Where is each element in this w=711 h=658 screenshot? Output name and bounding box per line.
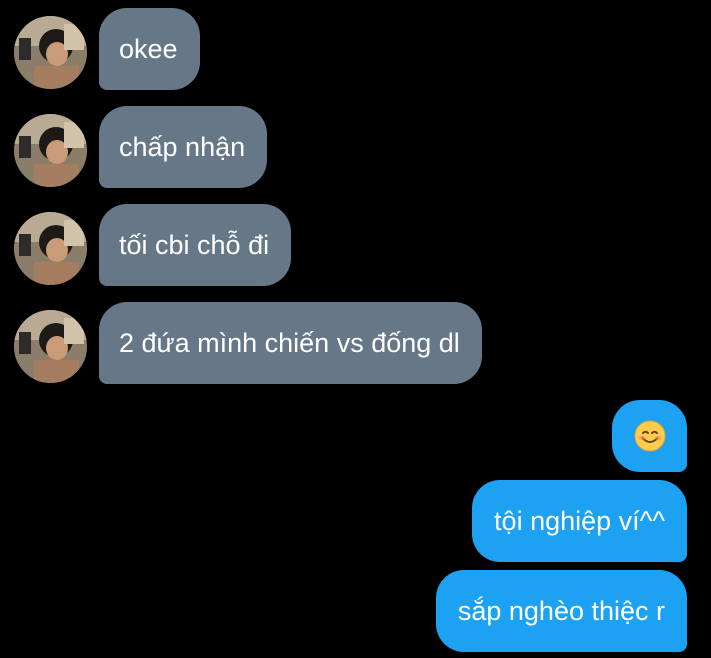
message-bubble-outgoing[interactable]: tội nghiệp ví^^: [472, 480, 687, 562]
message-bubble[interactable]: chấp nhận: [99, 106, 268, 188]
avatar[interactable]: [14, 310, 87, 383]
avatar[interactable]: [14, 16, 87, 89]
avatar-photo: [14, 212, 87, 285]
message-text: tội nghiệp ví^^: [494, 505, 665, 536]
avatar[interactable]: [14, 114, 87, 187]
avatar-photo: [14, 16, 87, 89]
smiling-face-emoji-icon: [634, 420, 666, 452]
avatar[interactable]: [14, 212, 87, 285]
avatar-photo: [14, 114, 87, 187]
message-bubble-outgoing[interactable]: sắp nghèo thiệc r: [435, 570, 687, 652]
message-text: sắp nghèo thiệc r: [457, 595, 665, 626]
message-text: 2 đứa mình chiến vs đống dl: [119, 327, 460, 358]
message-bubble[interactable]: 2 đứa mình chiến vs đống dl: [99, 302, 482, 384]
message-text: tối cbi chỗ đi: [119, 229, 270, 260]
message-bubble-outgoing[interactable]: [612, 400, 687, 472]
message-bubble[interactable]: tối cbi chỗ đi: [99, 204, 292, 286]
message-bubble[interactable]: okee: [99, 8, 200, 90]
avatar-photo: [14, 310, 87, 383]
message-text: okee: [119, 33, 178, 64]
message-text: chấp nhận: [119, 131, 246, 162]
